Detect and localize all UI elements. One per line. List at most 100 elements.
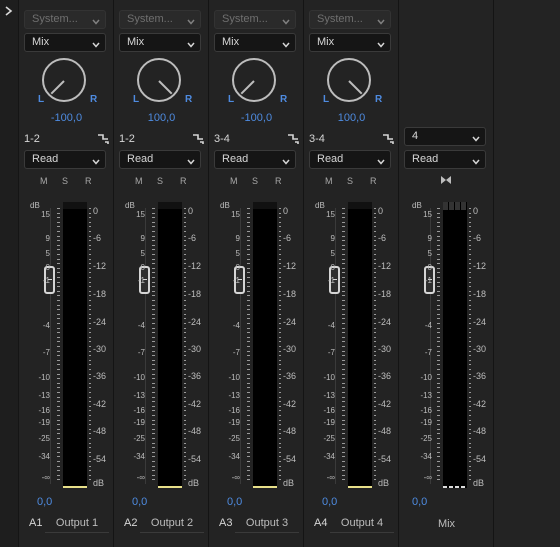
mute-button[interactable]: M <box>135 176 143 186</box>
volume-value[interactable]: 0,0 <box>37 496 52 508</box>
chevron-down-icon <box>92 39 100 48</box>
pan-value[interactable]: -100,0 <box>210 112 303 124</box>
minor-tick <box>247 217 250 218</box>
minor-tick <box>469 231 471 232</box>
record-button[interactable]: R <box>180 176 187 186</box>
record-button[interactable]: R <box>275 176 282 186</box>
minor-tick <box>342 226 345 227</box>
routing-icon[interactable] <box>382 132 394 144</box>
minor-tick <box>279 282 281 283</box>
output-select-value: System... <box>317 13 363 25</box>
minor-tick <box>89 383 91 384</box>
minor-tick <box>247 314 250 315</box>
pan-value[interactable]: -100,0 <box>20 112 113 124</box>
minor-tick <box>437 309 440 310</box>
minor-tick <box>342 231 345 232</box>
left-scale-label: 0 <box>427 263 432 272</box>
pan-value[interactable]: 100,0 <box>305 112 398 124</box>
right-scale-label: -48 <box>283 426 297 436</box>
minor-tick <box>437 217 440 218</box>
solo-button[interactable]: S <box>347 176 353 186</box>
automation-select[interactable]: Read <box>309 150 391 169</box>
chevron-down-icon <box>377 156 385 165</box>
solo-button[interactable]: S <box>62 176 68 186</box>
minor-tick <box>152 410 155 411</box>
left-scale-label: -10 <box>228 373 240 382</box>
minor-tick <box>152 387 155 388</box>
volume-value[interactable]: 0,0 <box>132 496 147 508</box>
volume-value[interactable]: 0,0 <box>412 496 427 508</box>
minor-tick <box>89 461 91 462</box>
solo-button[interactable]: S <box>252 176 258 186</box>
automation-select[interactable]: Read <box>214 150 296 169</box>
left-scale-label: -19 <box>323 418 335 427</box>
solo-button[interactable]: S <box>157 176 163 186</box>
right-scale-label: -6 <box>473 233 482 243</box>
mix-mode-select[interactable]: Mix <box>24 33 106 52</box>
pan-value[interactable]: 100,0 <box>115 112 208 124</box>
volume-value[interactable]: 0,0 <box>322 496 337 508</box>
routing-icon[interactable] <box>97 132 109 144</box>
minor-tick <box>89 341 91 342</box>
mute-button[interactable]: M <box>325 176 333 186</box>
minor-tick <box>57 245 60 246</box>
automation-select[interactable]: Read <box>119 150 201 169</box>
mix-mode-select[interactable]: Mix <box>214 33 296 52</box>
track-name: Output 2 <box>150 517 194 529</box>
minor-tick <box>89 337 91 338</box>
minor-tick <box>437 240 440 241</box>
pan-knob[interactable] <box>232 58 276 102</box>
output-select[interactable]: System... <box>309 10 391 29</box>
pan-knob[interactable] <box>327 58 371 102</box>
automation-select[interactable]: Read <box>404 150 486 169</box>
left-scale-label: -10 <box>133 373 145 382</box>
minor-tick <box>152 360 155 361</box>
minor-tick <box>152 438 155 439</box>
automation-select[interactable]: Read <box>24 150 106 169</box>
minor-tick <box>57 259 60 260</box>
output-select[interactable]: System... <box>214 10 296 29</box>
minor-tick <box>247 282 250 283</box>
volume-value[interactable]: 0,0 <box>227 496 242 508</box>
pan-knob[interactable] <box>137 58 181 102</box>
minor-tick <box>57 282 60 283</box>
mute-button[interactable]: M <box>40 176 48 186</box>
minor-tick <box>57 415 60 416</box>
chevron-down-icon <box>472 133 480 142</box>
minor-tick <box>469 364 471 365</box>
pan-knob[interactable] <box>42 58 86 102</box>
mix-mode-select[interactable]: Mix <box>309 33 391 52</box>
bowtie-icon[interactable] <box>440 175 452 187</box>
mute-button[interactable]: M <box>230 176 238 186</box>
minor-tick <box>374 387 376 388</box>
left-scale-label: -13 <box>323 391 335 400</box>
minor-tick <box>469 374 471 375</box>
record-button[interactable]: R <box>370 176 377 186</box>
minor-tick <box>57 277 60 278</box>
minor-tick <box>89 378 91 379</box>
mix-mode-select[interactable]: Mix <box>119 33 201 52</box>
left-scale-label: 0 <box>140 263 145 272</box>
routing-icon[interactable] <box>192 132 204 144</box>
level-meter <box>253 202 277 488</box>
minor-tick <box>469 318 471 319</box>
automation-select-value: Read <box>127 153 154 165</box>
record-button[interactable]: R <box>85 176 92 186</box>
minor-tick <box>184 341 186 342</box>
minor-tick <box>342 401 345 402</box>
minor-tick <box>279 245 281 246</box>
chevron-right-icon[interactable] <box>5 6 17 18</box>
right-scale-label: -18 <box>378 289 392 299</box>
minor-tick <box>374 369 376 370</box>
minor-tick <box>89 351 91 352</box>
routing-icon[interactable] <box>287 132 299 144</box>
output-select[interactable]: System... <box>24 10 106 29</box>
output-select[interactable]: System... <box>119 10 201 29</box>
minor-tick <box>89 291 91 292</box>
minor-tick <box>469 236 471 237</box>
channel-count-select[interactable]: 4 <box>404 127 486 146</box>
minor-tick <box>469 328 471 329</box>
minor-tick <box>469 272 471 273</box>
minor-tick <box>374 272 376 273</box>
minor-tick <box>89 286 91 287</box>
